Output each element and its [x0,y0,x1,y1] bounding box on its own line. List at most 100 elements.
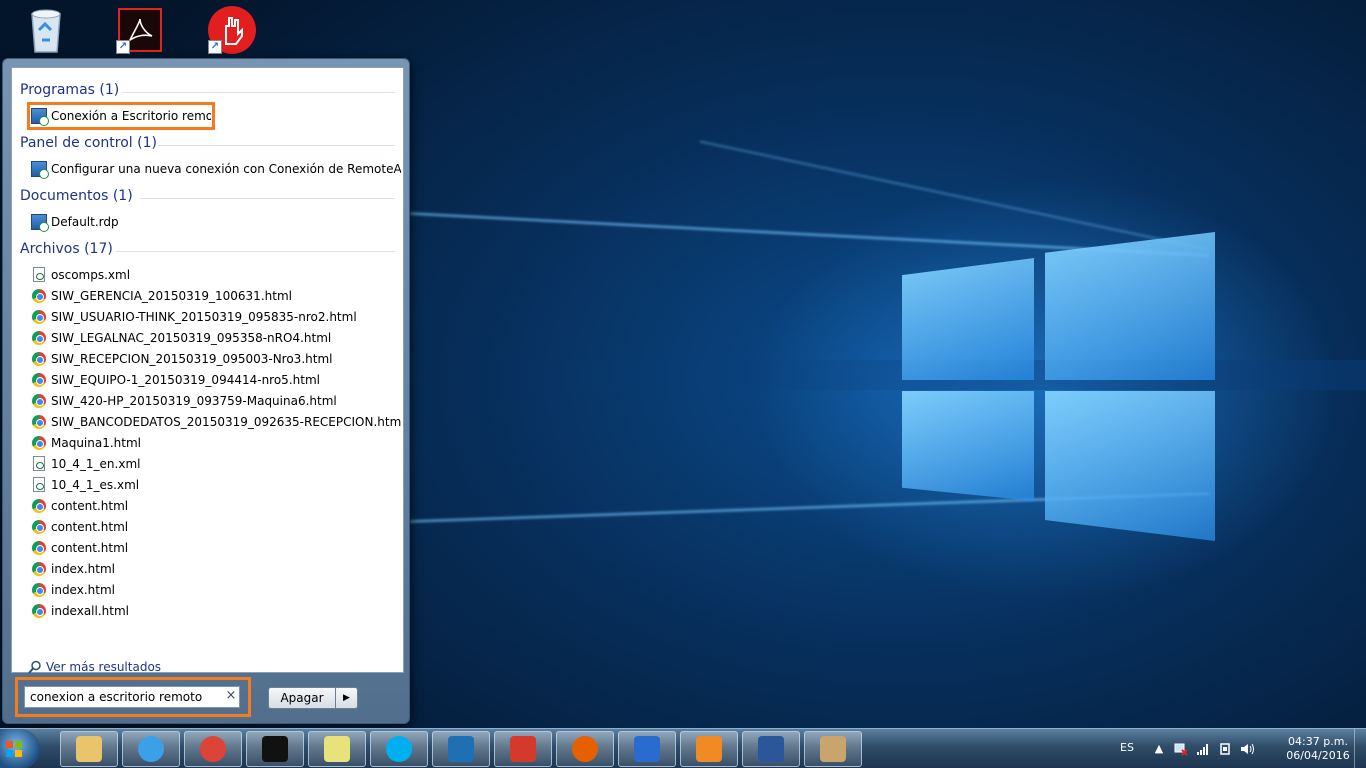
list-item[interactable]: oscomps.xml [31,265,401,285]
taskbar-button-chrome[interactable] [184,731,242,767]
windows-logo-pane-top-left [902,258,1034,380]
file-explorer-icon [76,736,102,762]
network-error-icon[interactable] [1174,742,1188,756]
result-label: SIW_GERENCIA_20150319_100631.html [51,289,292,303]
list-item[interactable]: SIW_GERENCIA_20150319_100631.html [31,286,401,306]
list-item[interactable]: SIW_BANCODEDATOS_20150319_092635-RECEPCI… [31,412,401,432]
xml-file-icon [31,456,47,472]
list-item[interactable]: content.html [31,538,401,558]
chrome-icon [31,561,47,577]
result-label: SIW_420-HP_20150319_093759-Maquina6.html [51,394,337,408]
taskbar: ES ▲ 04:37 p.m. 06/04/2016 [0,728,1366,768]
start-button[interactable] [0,729,40,768]
taskbar-button-snipping-tool[interactable] [494,731,552,767]
chrome-icon [31,393,47,409]
xml-file-icon [31,267,47,283]
list-item[interactable]: content.html [31,517,401,537]
group-divider [158,145,395,146]
list-item[interactable]: SIW_420-HP_20150319_093759-Maquina6.html [31,391,401,411]
result-label: content.html [51,499,129,513]
search-box-highlight: × [15,677,251,717]
security-icon[interactable] [1218,742,1232,756]
result-label: content.html [51,541,129,555]
result-label: oscomps.xml [51,268,131,282]
group-divider [140,198,395,199]
taskbar-button-sticky-notes[interactable] [308,731,366,767]
list-item[interactable]: index.html [31,559,401,579]
group-title-files[interactable]: Archivos (17) [20,241,113,257]
system-tray: ES ▲ 04:37 p.m. 06/04/2016 [1096,729,1366,768]
chrome-icon [31,540,47,556]
recycle-bin-icon[interactable] [22,6,70,54]
list-item[interactable]: SIW_EQUIPO-1_20150319_094414-nro5.html [31,370,401,390]
start-menu: Programas (1) Conexión a Escritorio remo… [2,58,410,724]
see-more-results-label: Ver más resultados [46,660,162,674]
rdp-file-icon [31,214,49,232]
start-search-input[interactable] [24,686,240,708]
windows-logo-pane-bottom-left [902,391,1034,501]
clear-search-icon[interactable]: × [224,689,238,703]
shutdown-options-arrow-icon[interactable]: ▶ [336,687,358,709]
list-item[interactable]: SIW_USUARIO-THINK_20150319_095835-nro2.h… [31,307,401,327]
chrome-icon [31,435,47,451]
show-desktop-button[interactable] [1354,729,1366,768]
clock[interactable]: 04:37 p.m. 06/04/2016 [1278,735,1358,763]
clock-date: 06/04/2016 [1286,749,1350,762]
taskbar-button-paint[interactable] [804,731,862,767]
list-item[interactable]: index.html [31,580,401,600]
list-item[interactable]: content.html [31,496,401,516]
result-remoteapp-config[interactable]: Configurar una nueva conexión con Conexi… [31,159,401,179]
group-title-documents[interactable]: Documentos (1) [20,188,133,204]
list-item[interactable]: indexall.html [31,601,401,621]
taskbar-button-skype[interactable] [370,731,428,767]
list-item[interactable]: 10_4_1_es.xml [31,475,401,495]
show-hidden-icons-icon[interactable]: ▲ [1152,742,1166,756]
result-label: index.html [51,562,115,576]
list-item[interactable]: Maquina1.html [31,433,401,453]
signal-icon[interactable] [1196,742,1210,756]
search-results-pane: Programas (1) Conexión a Escritorio remo… [11,67,404,674]
list-item[interactable]: SIW_RECEPCION_20150319_095003-Nro3.html [31,349,401,369]
group-title-control-panel[interactable]: Panel de control (1) [20,135,157,151]
group-title-programs[interactable]: Programas (1) [20,82,119,98]
shortcut-arrow-icon: ↗ [116,40,130,54]
result-label: SIW_EQUIPO-1_20150319_094414-nro5.html [51,373,320,387]
taskbar-button-virtualbox[interactable] [432,731,490,767]
result-remote-desktop[interactable]: Conexión a Escritorio remoto [27,102,215,130]
result-label: indexall.html [51,604,129,618]
result-label: 10_4_1_en.xml [51,457,141,471]
taskbar-button-firefox[interactable] [556,731,614,767]
light-beam [699,140,1209,252]
windows-logo-icon [6,741,22,757]
volume-icon[interactable] [1240,742,1254,756]
windows-logo-pane-top-right [1045,232,1215,380]
taskbar-button-command-prompt[interactable] [246,731,304,767]
windows-logo-pane-bottom-right [1045,391,1215,541]
result-default-rdp[interactable]: Default.rdp [31,212,401,232]
magnifier-icon [28,660,41,674]
result-label: Default.rdp [51,215,119,229]
shutdown-button[interactable]: Apagar [268,687,336,709]
list-item[interactable]: 10_4_1_en.xml [31,454,401,474]
acrobat-reader-icon[interactable]: ↗ [116,6,164,54]
remote-desktop-icon [634,736,660,762]
clock-time: 04:37 p.m. [1288,735,1348,748]
taskbar-button-file-explorer[interactable] [60,731,118,767]
taskbar-button-media-player[interactable] [680,731,738,767]
input-language-indicator[interactable]: ES [1120,741,1134,754]
chrome-icon [31,330,47,346]
chrome-icon [31,498,47,514]
skype-icon [386,736,412,762]
group-divider [116,251,395,252]
see-more-results-link[interactable]: Ver más resultados [28,660,161,674]
taskbar-button-word[interactable] [742,731,800,767]
taskbar-button-remote-desktop[interactable] [618,731,676,767]
shutdown-control: Apagar ▶ [268,687,358,709]
chrome-icon [31,288,47,304]
list-item[interactable]: SIW_LEGALNAC_20150319_095358-nRO4.html [31,328,401,348]
chrome-icon [31,603,47,619]
snipping-tool-icon [510,736,536,762]
media-player-icon [696,736,722,762]
red-hand-app-icon[interactable]: ↗ [208,6,256,54]
taskbar-button-internet-explorer[interactable] [122,731,180,767]
